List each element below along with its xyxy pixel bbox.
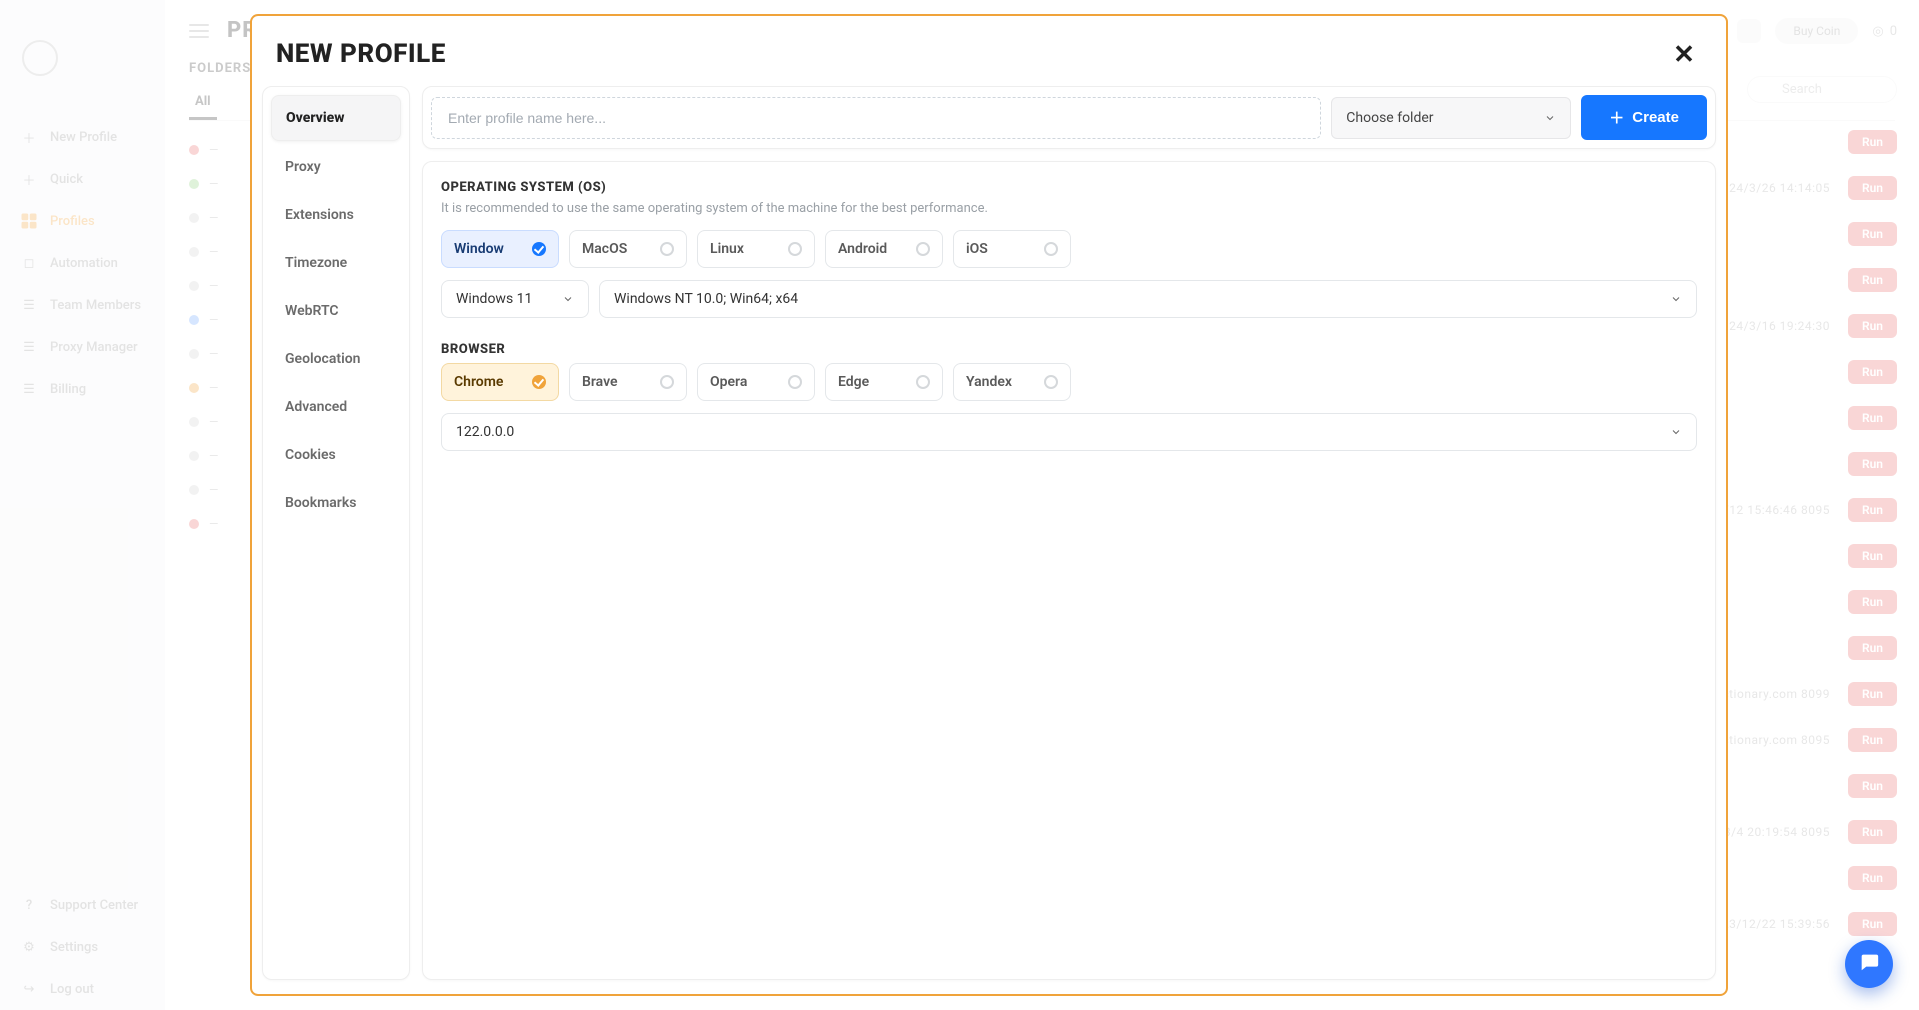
choose-folder-select[interactable]: Choose folder [1331, 97, 1571, 139]
modal-nav-cookies[interactable]: Cookies [271, 433, 401, 477]
modal-title: NEW PROFILE [276, 39, 446, 69]
chevron-down-icon [1670, 426, 1682, 438]
radio-icon [788, 375, 802, 389]
modal-nav-webrtc[interactable]: WebRTC [271, 289, 401, 333]
profile-name-input[interactable] [431, 97, 1321, 139]
browser-option-brave[interactable]: Brave [569, 363, 687, 401]
radio-checked-icon [532, 242, 546, 256]
new-profile-modal: NEW PROFILE ✕ Overview Proxy Extensions … [250, 14, 1728, 996]
os-option-window[interactable]: Window [441, 230, 559, 268]
modal-nav-extensions[interactable]: Extensions [271, 193, 401, 237]
browser-title: BROWSER [441, 342, 1697, 357]
radio-icon [1044, 375, 1058, 389]
os-option-macos[interactable]: MacOS [569, 230, 687, 268]
browser-option-chrome[interactable]: Chrome [441, 363, 559, 401]
choose-folder-label: Choose folder [1346, 110, 1433, 126]
radio-icon [916, 375, 930, 389]
modal-nav-timezone[interactable]: Timezone [271, 241, 401, 285]
browser-option-opera[interactable]: Opera [697, 363, 815, 401]
profile-topbar: Choose folder ＋ Create [422, 86, 1716, 149]
modal-nav-advanced[interactable]: Advanced [271, 385, 401, 429]
chat-fab[interactable] [1845, 940, 1893, 988]
chevron-down-icon [1670, 293, 1682, 305]
browser-options: Chrome Brave Opera Edge Yandex [441, 363, 1697, 401]
radio-icon [788, 242, 802, 256]
radio-icon [1044, 242, 1058, 256]
radio-icon [916, 242, 930, 256]
close-button[interactable]: ✕ [1666, 36, 1702, 72]
plus-icon: ＋ [1609, 107, 1624, 128]
radio-icon [660, 375, 674, 389]
chevron-down-icon [1544, 112, 1556, 124]
overview-panel: OPERATING SYSTEM (OS) It is recommended … [422, 161, 1716, 980]
create-label: Create [1632, 109, 1679, 126]
os-option-android[interactable]: Android [825, 230, 943, 268]
os-desc: It is recommended to use the same operat… [441, 201, 1697, 216]
chat-icon [1858, 951, 1880, 977]
os-version-select[interactable]: Windows 11 [441, 280, 589, 318]
os-option-ios[interactable]: iOS [953, 230, 1071, 268]
modal-nav-proxy[interactable]: Proxy [271, 145, 401, 189]
user-agent-select[interactable]: Windows NT 10.0; Win64; x64 [599, 280, 1697, 318]
modal-nav-bookmarks[interactable]: Bookmarks [271, 481, 401, 525]
create-button[interactable]: ＋ Create [1581, 95, 1707, 140]
modal-nav-overview[interactable]: Overview [271, 95, 401, 141]
chevron-down-icon [562, 293, 574, 305]
browser-option-yandex[interactable]: Yandex [953, 363, 1071, 401]
radio-icon [660, 242, 674, 256]
os-options: Window MacOS Linux Android iOS [441, 230, 1697, 268]
os-title: OPERATING SYSTEM (OS) [441, 180, 1697, 195]
browser-option-edge[interactable]: Edge [825, 363, 943, 401]
modal-nav-geolocation[interactable]: Geolocation [271, 337, 401, 381]
close-icon: ✕ [1673, 39, 1695, 70]
os-option-linux[interactable]: Linux [697, 230, 815, 268]
browser-version-select[interactable]: 122.0.0.0 [441, 413, 1697, 451]
radio-checked-icon [532, 375, 546, 389]
modal-nav: Overview Proxy Extensions Timezone WebRT… [262, 86, 410, 980]
